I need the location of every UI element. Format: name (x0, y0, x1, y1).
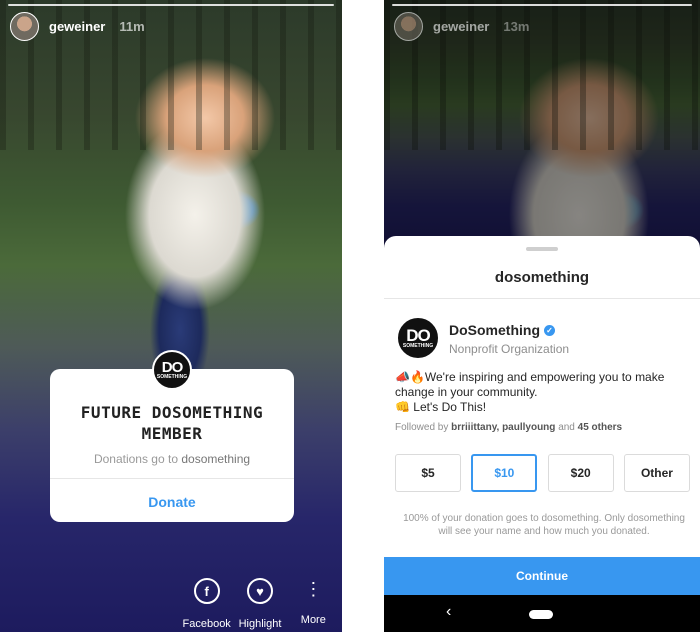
amount-other-button[interactable]: Other (623, 454, 690, 492)
verified-badge-icon: ✓ (544, 324, 555, 336)
sticker-subtitle: Donations go to dosomething (93, 452, 251, 466)
sheet-title: dosomething (494, 269, 590, 286)
org-category: Nonprofit Organization (449, 342, 570, 356)
org-name[interactable]: DoSomething ✓ (449, 322, 555, 338)
amount-5-button[interactable]: $5 (395, 454, 461, 492)
back-icon[interactable]: ‹ (446, 603, 451, 621)
dosomething-logo: DO SOMETHING (152, 350, 192, 390)
story-actions: f Facebook ♥ Highlight ⋮ More (180, 578, 340, 630)
continue-button[interactable]: Continue (384, 557, 700, 595)
donation-sheet: dosomething DO SOMETHING DoSomething ✓ N… (384, 236, 700, 595)
story-screen-right: geweiner 13m dosomething DO SOMETHING Do… (384, 0, 700, 632)
story-screen-left: geweiner 11m FUTURE DOSOMETHING MEMBER D… (0, 0, 342, 632)
highlight-button[interactable]: ♥ Highlight (233, 578, 286, 630)
facebook-icon: f (193, 578, 220, 604)
story-time: 11m (119, 19, 145, 34)
heart-icon: ♥ (246, 578, 273, 604)
story-username[interactable]: geweiner (49, 19, 105, 34)
sheet-grabber[interactable] (526, 247, 558, 251)
android-nav-bar: ‹ (384, 595, 700, 632)
story-username[interactable]: geweiner (433, 19, 489, 34)
story-header: geweiner 13m (394, 12, 529, 41)
donation-note: 100% of your donation goes to dosomethin… (403, 513, 685, 537)
story-photo (0, 0, 342, 632)
story-progress-bar (392, 4, 692, 6)
more-button[interactable]: ⋮ More (287, 578, 340, 630)
followed-by: Followed by brriiittany, paullyoung and … (395, 422, 623, 433)
story-time: 13m (503, 19, 530, 34)
dosomething-logo[interactable]: DO SOMETHING (396, 316, 440, 360)
amount-10-button[interactable]: $10 (471, 454, 538, 492)
org-description: 📣🔥We're inspiring and empowering you to … (395, 370, 665, 414)
avatar[interactable] (10, 12, 39, 41)
donation-sticker[interactable]: FUTURE DOSOMETHING MEMBER Donations go t… (50, 369, 294, 522)
amount-20-button[interactable]: $20 (547, 454, 614, 492)
sticker-title: FUTURE DOSOMETHING MEMBER (80, 403, 264, 443)
divider (384, 298, 700, 299)
more-icon: ⋮ (304, 579, 323, 599)
story-header: geweiner 11m (10, 12, 145, 41)
donate-button[interactable]: Donate (50, 494, 294, 510)
amount-options: $5 $10 $20 Other (395, 454, 690, 492)
facebook-share-button[interactable]: f Facebook (180, 578, 233, 630)
avatar[interactable] (394, 12, 423, 41)
home-pill-icon[interactable] (529, 610, 553, 619)
divider (50, 478, 294, 479)
story-progress-bar (8, 4, 334, 6)
